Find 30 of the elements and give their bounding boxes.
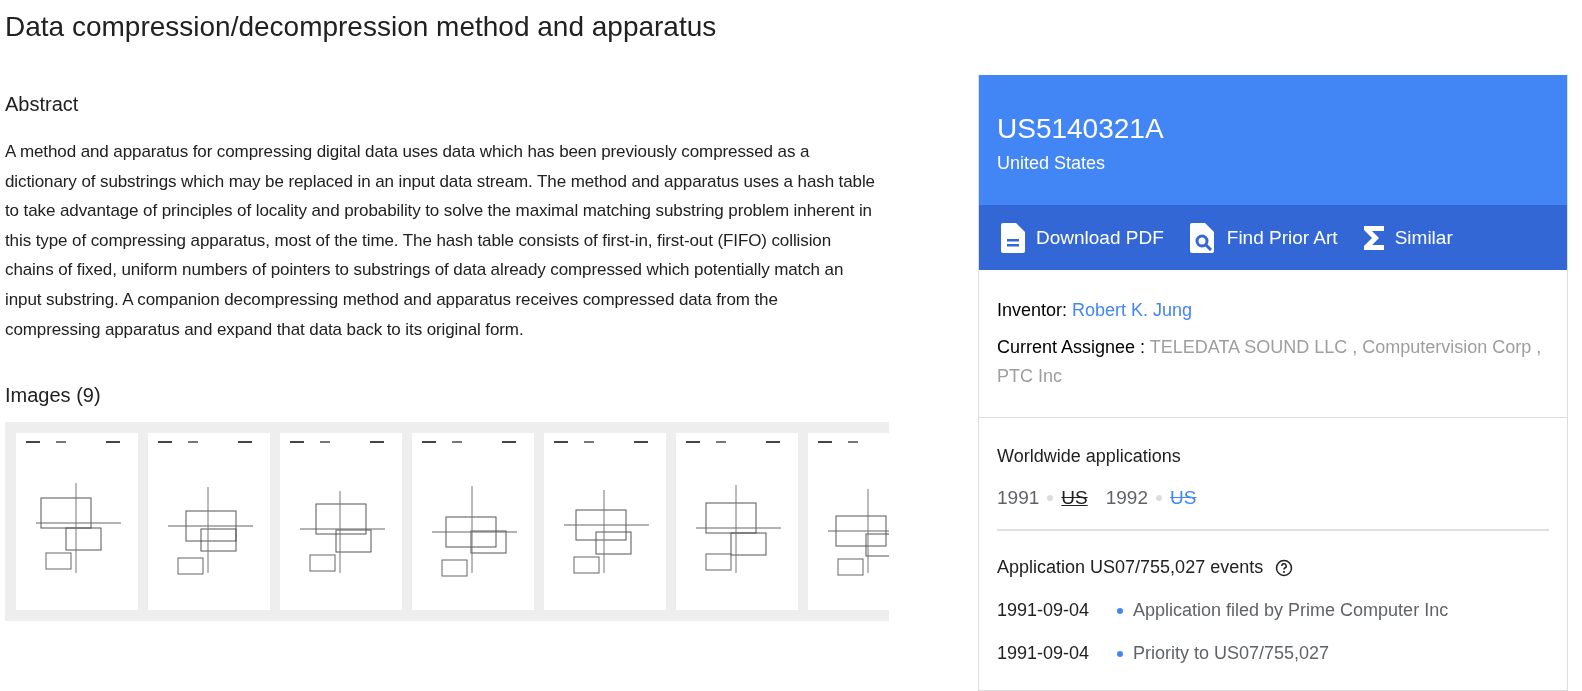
sigma-icon	[1363, 225, 1384, 250]
patent-number: US5140321A	[997, 112, 1165, 146]
page-title: Data compression/decompression method and apparatus	[5, 10, 718, 44]
document-icon	[1001, 222, 1025, 253]
bullet-icon	[1117, 650, 1123, 657]
application-year: 1991	[997, 487, 1040, 509]
event-date: 1991-09-04	[997, 600, 1091, 621]
inventor-link[interactable]: Robert K. Jung	[1072, 300, 1193, 320]
event-date: 1991-09-04	[997, 643, 1091, 664]
assignee-text: Current Assignee : TELEDATA SOUND LLC , Computervision Corp , PTC Inc	[997, 336, 1543, 388]
bullet-icon	[1047, 495, 1054, 501]
field-label: Inventor:	[997, 300, 1068, 320]
application-year: 1992	[1105, 487, 1148, 509]
action-button[interactable]: Find Prior Art	[1189, 222, 1338, 253]
bullet-icon	[1117, 607, 1123, 614]
patent-country: United States	[997, 153, 1107, 174]
section-heading: Application US07/755,027 events	[997, 557, 1264, 578]
country-link[interactable]: US	[1061, 487, 1088, 509]
action-button[interactable]: Download PDF	[1001, 222, 1164, 253]
section-heading: Images (9)	[5, 383, 102, 409]
abstract-text: A method and apparatus for compressing digital data uses data which has been previously compressed as a dictionary of substrings which may be replaced in an input data stream. The method and apparatus uses a hash table to take advantage of principles of locality and probability to solve the maximal matching substring problem inherent in this type of compressing apparatus, most of the time. The hash table consists of first-in, first-out (FIFO) collision chains of fixed, uniform numbers of pointers to substrings of data already compressed which potentially match an input substring. A companion decompressing method and apparatus receives compressed data from the compressing apparatus and expand that data back to its original form.	[5, 141, 875, 341]
country-link[interactable]: US	[1169, 487, 1197, 509]
event-text: Priority to US07/755,027	[1133, 643, 1330, 664]
event-text: Application filed by Prime Computer Inc	[1133, 600, 1449, 621]
section-heading: Worldwide applications	[997, 446, 1182, 467]
action-button[interactable]: Similar	[1363, 225, 1453, 250]
search-document-icon	[1189, 222, 1216, 253]
section-heading: Abstract	[5, 92, 80, 117]
help-icon[interactable]	[1275, 558, 1294, 577]
bullet-icon	[1155, 495, 1162, 501]
